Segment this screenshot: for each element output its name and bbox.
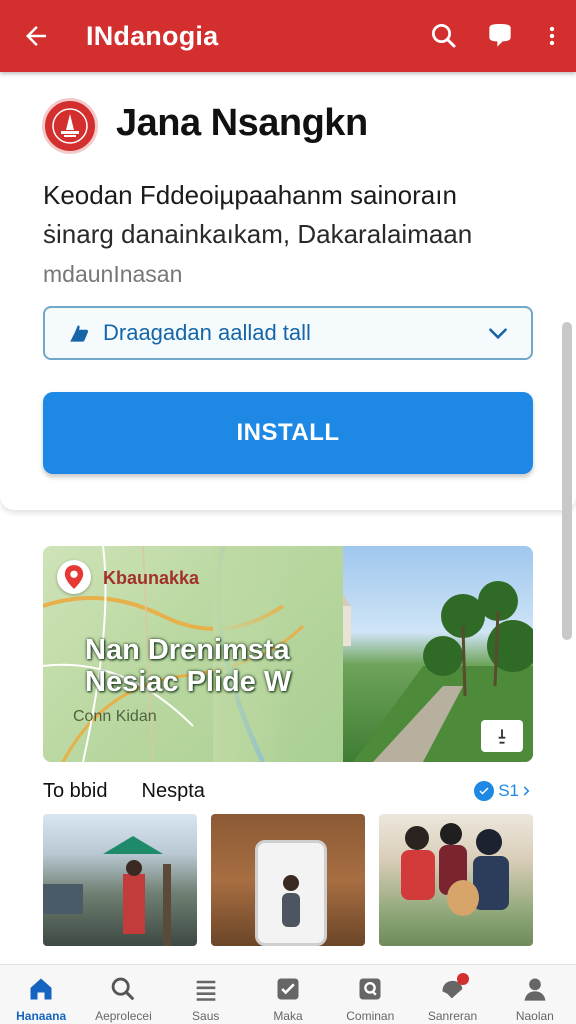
chevron-right-icon	[523, 786, 530, 796]
banner-headline-line-1: Nan Drenimsta	[85, 634, 290, 666]
red-seal-logo	[52, 108, 88, 144]
chat-square-icon	[359, 978, 381, 1000]
nav-list-label: Saus	[192, 1009, 220, 1023]
home-icon	[30, 978, 52, 1000]
app-info-card: Jana Nsangkn Keodan Fddeoiµpaahanm saino…	[0, 72, 576, 510]
info-icon	[498, 729, 506, 744]
app-bar: INdanogia	[0, 0, 576, 72]
chat-bubble-icon	[489, 24, 511, 47]
people-with-dog-photo[interactable]	[379, 814, 533, 946]
nav-profile[interactable]: Naolan	[494, 965, 576, 1024]
dropdown-label: Draagadan aallad tall	[103, 320, 311, 345]
install-button[interactable]: INSTALL	[43, 392, 533, 474]
nav-home-label: Hanaana	[16, 1009, 67, 1023]
street-market-photo[interactable]	[43, 814, 197, 946]
see-more-label: S1	[498, 781, 519, 800]
banner-info-button[interactable]	[481, 720, 523, 752]
nav-notifications[interactable]: Sanreran	[411, 965, 493, 1024]
chat-button[interactable]	[472, 0, 528, 72]
section-title-2[interactable]: Nespta	[142, 780, 475, 803]
person-illustration	[282, 875, 300, 927]
banner-place-label: Kbaunakka	[103, 568, 200, 588]
search-icon	[112, 977, 135, 1000]
section-title-1[interactable]: To bbid	[43, 780, 108, 803]
more-vert-icon	[549, 26, 555, 46]
description-line-1: Keodan Fddeoiµpaahanm sainoraın	[43, 180, 457, 210]
bottom-navigation: Hanaana Aeprolecei Saus Maka Cominan San…	[0, 964, 576, 1024]
nav-search[interactable]: Aeprolecei	[82, 965, 164, 1024]
app-bar-title: INdanogia	[86, 20, 219, 51]
map-pin-icon	[64, 565, 84, 589]
phone-mockup	[255, 840, 327, 946]
description-line-3: mdaunInasan	[43, 261, 183, 287]
check-badge-icon	[474, 781, 495, 801]
map-label: Conn Kidan	[73, 708, 157, 725]
screenshot-gallery	[43, 814, 533, 946]
nav-tasks-label: Maka	[273, 1009, 303, 1023]
banner-headline-line-2: Nesiac Plide W	[85, 666, 292, 698]
search-icon	[432, 24, 456, 48]
check-square-icon	[277, 978, 299, 1000]
section-header: To bbid Nespta S1	[43, 776, 533, 806]
scrollbar[interactable]	[562, 322, 572, 640]
street-scene	[43, 836, 171, 946]
phone-portrait-photo[interactable]	[211, 814, 365, 946]
notification-badge	[456, 973, 469, 985]
nav-tasks[interactable]: Maka	[247, 965, 329, 1024]
nav-home[interactable]: Hanaana	[0, 965, 82, 1024]
app-description: Keodan Fddeoiµpaahanm sainoraın ṡinarg d…	[43, 176, 543, 294]
search-button[interactable]	[416, 0, 472, 72]
nav-search-label: Aeprolecei	[95, 1009, 152, 1023]
see-more-link[interactable]: S1	[474, 781, 533, 801]
chevron-down-icon	[489, 328, 507, 340]
nav-comments[interactable]: Cominan	[329, 965, 411, 1024]
description-line-2: ṡinarg danainkaıkam, Dakaralaimaan	[43, 219, 473, 249]
nav-comments-label: Cominan	[346, 1009, 395, 1023]
promo-banner[interactable]: Kbaunakka Nan Drenimsta Nesiac Plide W C…	[43, 546, 533, 762]
thumbs-up-icon	[70, 325, 89, 342]
back-button[interactable]	[0, 0, 72, 72]
nav-profile-label: Naolan	[515, 1009, 554, 1023]
nav-list[interactable]: Saus	[165, 965, 247, 1024]
download-options-dropdown[interactable]: Draagadan aallad tall	[43, 306, 533, 360]
location-pin	[57, 560, 91, 594]
people-scene	[401, 823, 509, 916]
arrow-left-icon	[26, 26, 46, 46]
list-icon	[196, 980, 216, 1001]
banner-headline: Nan Drenimsta Nesiac Plide W	[85, 634, 291, 698]
nav-notifications-label: Sanreran	[427, 1009, 478, 1023]
overflow-menu-button[interactable]	[528, 0, 576, 72]
person-icon	[524, 978, 546, 1001]
app-name: Jana Nsangkn	[116, 102, 368, 144]
app-logo	[42, 98, 98, 154]
